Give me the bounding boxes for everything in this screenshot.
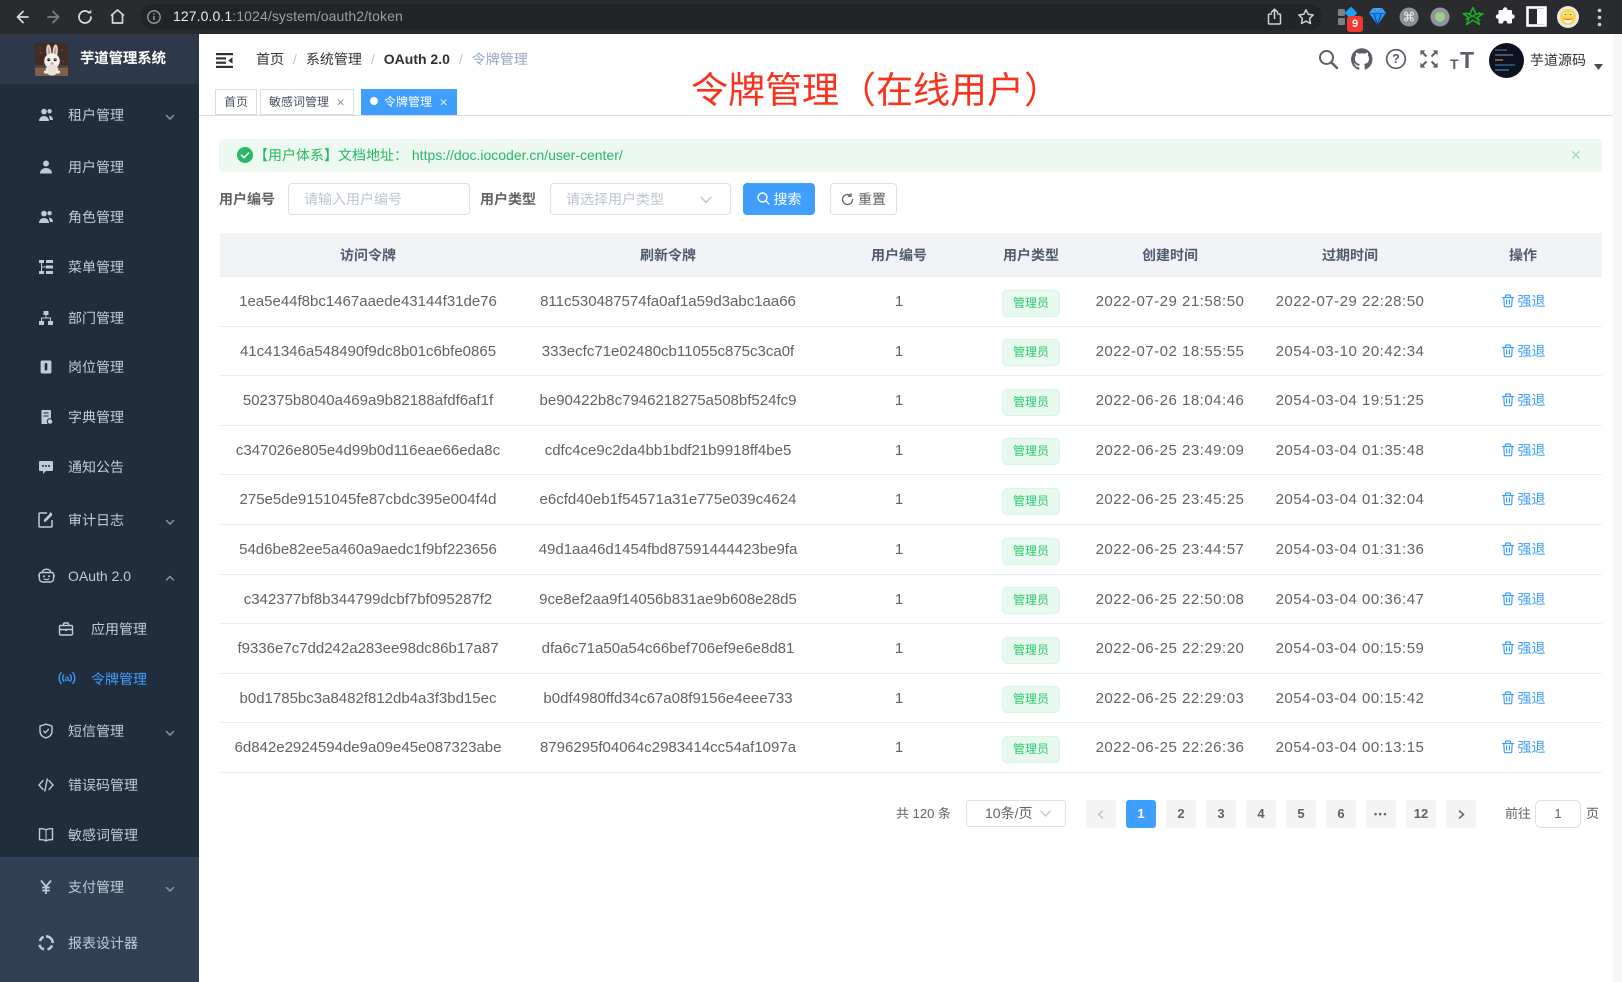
svg-text:a: a [65,673,70,683]
svg-text:⌘: ⌘ [1403,10,1416,25]
svg-text:?: ? [1392,52,1400,66]
